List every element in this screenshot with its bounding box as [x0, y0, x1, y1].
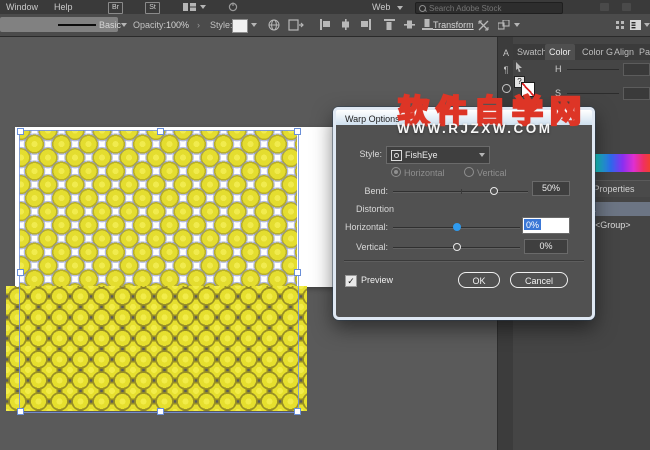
search-scope-label: Web: [372, 2, 390, 12]
shape-builder-icon[interactable]: [498, 20, 510, 31]
watermark-url: WWW.RJZXW.COM: [397, 121, 552, 136]
tab-color[interactable]: Color: [545, 44, 575, 60]
bend-label: Bend:: [346, 186, 388, 196]
search-scope-chevron-icon: [397, 6, 403, 10]
cancel-button[interactable]: Cancel: [510, 272, 568, 288]
arrange-documents-chevron-icon[interactable]: [200, 5, 206, 9]
stock-button[interactable]: St: [145, 2, 160, 14]
transform-link[interactable]: Transform: [433, 14, 474, 36]
align-top-icon[interactable]: [384, 19, 395, 30]
minimize-panel-icon[interactable]: [622, 3, 631, 11]
hue-slider[interactable]: [567, 69, 619, 70]
warp-style-label: Style:: [346, 149, 382, 159]
hue-value-box[interactable]: [623, 63, 650, 76]
search-icon: [419, 5, 426, 12]
vertical-slider-track[interactable]: [393, 247, 520, 249]
bend-slider-track[interactable]: [393, 191, 528, 193]
free-transform-icon[interactable]: [478, 20, 489, 31]
align-bottom-icon[interactable]: [422, 19, 433, 30]
tab-pathfinder[interactable]: Pathf: [639, 44, 650, 60]
illustrator-window: Window Help Br St Web Basic Opacity: 100…: [0, 0, 650, 450]
brush-definition-label[interactable]: Basic: [99, 14, 121, 36]
control-bar: Basic Opacity: 100% › Style:: [0, 14, 650, 37]
horizontal-value-field[interactable]: 0%: [522, 217, 570, 234]
align-right-icon[interactable]: [360, 19, 371, 30]
fisheye-style-icon: [391, 150, 402, 161]
opacity-value[interactable]: 100%: [166, 14, 189, 36]
warp-options-dialog: Warp Options Style: FishEye Horizontal V…: [333, 107, 595, 320]
dialog-divider: [344, 260, 584, 262]
horizontal-slider-thumb[interactable]: [453, 223, 461, 231]
menu-window[interactable]: Window: [6, 0, 38, 14]
bridge-button[interactable]: Br: [108, 2, 123, 14]
tab-align[interactable]: Align: [614, 44, 634, 60]
hue-label: H: [555, 64, 565, 74]
document-setup-icon[interactable]: [268, 19, 280, 31]
saturation-value-box[interactable]: [623, 87, 650, 100]
workspace-panel-icon[interactable]: [630, 20, 641, 30]
distortion-section-label: Distortion: [356, 204, 394, 214]
opacity-expand-arrow[interactable]: ›: [197, 14, 200, 36]
vertical-value-box[interactable]: 0%: [524, 239, 568, 254]
opacity-label: Opacity:: [133, 14, 166, 36]
character-panel-icon[interactable]: A: [498, 48, 514, 58]
group-name: <Group>: [595, 218, 631, 233]
preview-label: Preview: [361, 275, 393, 286]
search-scope-dropdown[interactable]: Web: [372, 0, 403, 14]
properties-title: Properties: [593, 184, 634, 194]
bend-slider-thumb[interactable]: [490, 187, 498, 195]
warped-pattern-artwork[interactable]: [19, 130, 297, 287]
stroke-preview: [58, 24, 96, 26]
radio-horizontal: Horizontal: [391, 167, 445, 179]
dialog-title: Warp Options: [345, 114, 400, 124]
horizontal-value-selected-text: 0%: [524, 219, 541, 230]
graphic-style-swatch[interactable]: [232, 19, 248, 33]
brush-chevron-icon[interactable]: [121, 23, 127, 27]
paragraph-panel-icon[interactable]: ¶: [498, 65, 514, 75]
radio-horizontal-label: Horizontal: [404, 168, 445, 178]
vertical-slider-thumb[interactable]: [453, 243, 461, 251]
radio-vertical-label: Vertical: [477, 168, 507, 178]
grid-dots-icon[interactable]: [616, 21, 624, 29]
eyedropper-cursor-icon: [515, 62, 524, 72]
panel-tabs-bar: Swatch Color Color G Align Pathf: [513, 44, 650, 60]
workspace-chevron-icon[interactable]: [644, 23, 650, 27]
export-document-icon[interactable]: [288, 19, 304, 31]
align-vertical-center-icon[interactable]: [404, 19, 415, 30]
distortion-vertical-label: Vertical:: [336, 242, 388, 252]
style-chevron-icon[interactable]: [251, 23, 257, 27]
preview-checkbox[interactable]: ✓: [345, 275, 357, 287]
search-input[interactable]: [429, 3, 557, 13]
dense-pattern-artwork[interactable]: [6, 286, 307, 411]
menu-bar: Window Help Br St Web: [0, 0, 650, 14]
gpu-performance-icon[interactable]: [600, 3, 609, 11]
more-tools-chevron-icon[interactable]: [514, 23, 520, 27]
warp-style-dropdown[interactable]: FishEye: [386, 146, 490, 164]
bend-value-box[interactable]: 50%: [532, 181, 570, 196]
style-label: Style:: [210, 14, 233, 36]
radio-vertical-icon: [464, 167, 474, 177]
menu-help[interactable]: Help: [54, 0, 73, 14]
radio-vertical: Vertical: [464, 167, 507, 179]
arrange-documents-icon[interactable]: [183, 3, 196, 11]
horizontal-slider-track[interactable]: [393, 227, 520, 229]
distortion-horizontal-label: Horizontal:: [336, 222, 388, 232]
bend-slider-center-tick: [461, 189, 462, 194]
tab-color-guide[interactable]: Color G: [582, 44, 613, 60]
warp-style-value: FishEye: [405, 147, 438, 163]
adobe-stock-search[interactable]: [415, 2, 563, 14]
radio-horizontal-icon: [391, 167, 401, 177]
warp-style-chevron-icon: [479, 153, 485, 157]
share-icon[interactable]: [228, 2, 238, 12]
align-left-icon[interactable]: [320, 19, 331, 30]
ok-button[interactable]: OK: [458, 272, 500, 288]
align-horizontal-center-icon[interactable]: [340, 19, 351, 30]
tab-swatches[interactable]: Swatch: [517, 44, 547, 60]
